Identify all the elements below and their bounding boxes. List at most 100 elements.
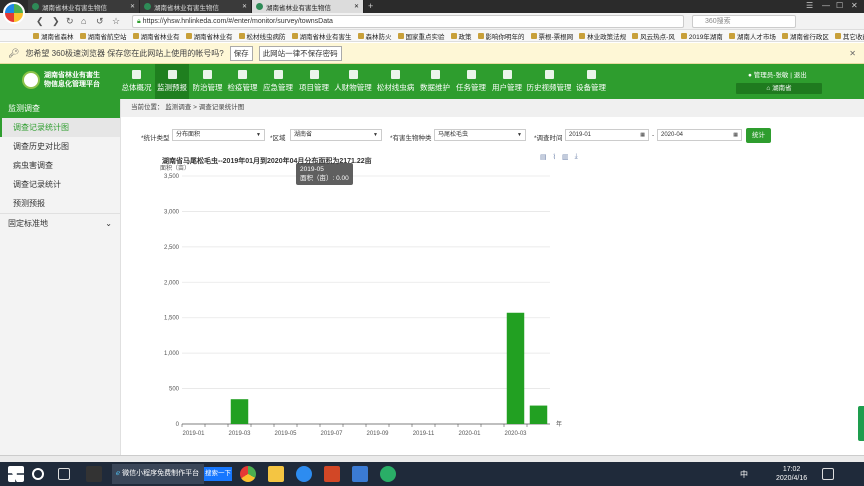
nav-item-emergency[interactable]: 应急管理 (261, 64, 295, 99)
bookmark-icon (728, 32, 735, 39)
brand-line2: 物信息化管理平台 (44, 81, 100, 88)
bookmark-item[interactable]: 湖南省航空站 (77, 31, 130, 41)
bookmark-item[interactable]: 影响你明年的 (475, 31, 528, 41)
bookmark-label: 2019年湖南 (688, 33, 723, 41)
nav-item-devices[interactable]: 设备管理 (574, 64, 608, 99)
sidebar-item-forecast[interactable]: 预测预报 (0, 194, 120, 213)
search-input[interactable]: 360搜索 (692, 15, 796, 28)
close-window-icon[interactable]: ✕ (851, 1, 858, 10)
nav-item-pine-wilt[interactable]: 松材线虫病 (375, 64, 416, 99)
taskbar-app-ie[interactable]: ℯ 微信小程序免费制作平台 (112, 464, 204, 484)
save-password-button[interactable]: 保存 (229, 45, 253, 61)
nav-item-control[interactable]: 防治管理 (191, 64, 224, 99)
bookmark-icon (33, 32, 39, 39)
bookmark-label: 湖南省航空站 (87, 33, 127, 41)
nav-item-users[interactable]: 用户管理 (490, 64, 524, 99)
sidebar-section-fixed-plot[interactable]: 固定标准地 ⌄ (0, 213, 120, 232)
menu-icon[interactable]: ☰ (806, 1, 813, 10)
browser-tab-1[interactable]: 湖南省林业有害生物信 ✕ (28, 0, 140, 13)
bookmark-label: 风云热点-风 (640, 33, 675, 41)
start-date-input[interactable]: 2019-01 ▦ (565, 129, 649, 141)
close-tab-icon[interactable]: ✕ (242, 3, 247, 10)
browser-tab-2[interactable]: 湖南省林业有害生物信 ✕ (140, 0, 252, 13)
sidebar-item-chart[interactable]: 调查记录统计图 (0, 118, 120, 137)
line-chart-icon[interactable]: ⌇ (553, 153, 556, 161)
bookmark-item[interactable]: 林业政策法规 (576, 31, 629, 41)
notification-icon[interactable] (822, 468, 834, 480)
bar (529, 405, 548, 424)
data-view-icon[interactable]: ▤ (540, 153, 547, 161)
nav-item-data[interactable]: 数据维护 (418, 64, 452, 99)
powerpoint-icon[interactable] (324, 466, 340, 482)
new-tab-icon[interactable]: + (364, 0, 373, 13)
file-explorer-icon[interactable] (268, 466, 284, 482)
close-tab-icon[interactable]: ✕ (130, 3, 135, 10)
app-icon[interactable] (86, 466, 102, 482)
app-icon[interactable] (296, 466, 312, 482)
sidebar-item-history[interactable]: 调查历史对比图 (0, 137, 120, 156)
back-icon[interactable]: ❮ (36, 16, 44, 27)
nav-item-monitor[interactable]: 监测预报 (155, 64, 189, 99)
species-select[interactable]: 马尾松毛虫 ▼ (434, 129, 526, 141)
bookmark-item[interactable]: 湖南省森林 (30, 31, 77, 41)
minimize-icon[interactable]: — (822, 1, 830, 10)
bookmark-item[interactable]: 松材线虫病防 (236, 31, 289, 41)
bookmark-item[interactable]: 政策 (448, 31, 475, 41)
bookmark-item[interactable]: 湖南省林业有 (130, 31, 183, 41)
refresh-icon[interactable]: ↻ (66, 16, 74, 27)
sidebar-item-statistics[interactable]: 调查记录统计 (0, 175, 120, 194)
bookmark-item[interactable]: 湖南省林业有 (183, 31, 236, 41)
nav-item-resources[interactable]: 人财物管理 (333, 64, 373, 99)
statistics-button[interactable]: 统计 (746, 128, 771, 143)
ime-indicator[interactable]: 中 (740, 469, 748, 480)
browser-logo-icon[interactable] (3, 2, 25, 24)
close-tab-icon[interactable]: ✕ (354, 3, 359, 10)
bookmark-icon (357, 32, 364, 39)
nav-item-project[interactable]: 项目管理 (297, 64, 331, 99)
task-view-icon[interactable] (58, 468, 70, 480)
bookmark-item[interactable]: 2019年湖南 (678, 31, 726, 41)
bookmark-item[interactable]: 票根-票根网 (528, 31, 577, 41)
taskbar-search-button[interactable]: 搜索一下 (204, 467, 232, 481)
home-icon[interactable]: ⌂ (81, 16, 86, 26)
sidebar-item-pest-survey[interactable]: 病虫害调查 (0, 156, 120, 175)
bookmark-item[interactable]: 湖南省行政区 (779, 31, 832, 41)
nav-item-overview[interactable]: 总体概况 (120, 64, 153, 99)
nav-item-quarantine[interactable]: 检疫管理 (226, 64, 259, 99)
nav-item-tasks[interactable]: 任务管理 (454, 64, 488, 99)
app-header: 湖南省林业有害生 物信息化管理平台 总体概况 监测预报 防治管理 检疫管理 应急管… (0, 64, 864, 99)
app-icon[interactable] (352, 466, 368, 482)
region-button[interactable]: ⌂ 湖南省 (736, 83, 822, 94)
taskbar-clock[interactable]: 17:02 2020/4/16 (776, 465, 807, 483)
browser-360-icon[interactable] (240, 466, 256, 482)
wechat-icon[interactable] (380, 466, 396, 482)
search-icon[interactable] (32, 468, 44, 480)
user-info[interactable]: ● 管理员-张敏 | 退出 (748, 69, 807, 79)
sidebar-header[interactable]: 监测调查 (0, 99, 120, 118)
forward-icon[interactable]: ❯ (52, 16, 60, 27)
bar-chart-icon[interactable]: ▥ (562, 153, 569, 161)
maximize-icon[interactable]: ☐ (836, 1, 843, 10)
type-label: *统计类型 (141, 135, 170, 142)
url-input[interactable]: 🔒︎ https://yhsw.hnlinkeda.com/#/enter/mo… (132, 15, 684, 28)
x-tick-label: 2019-07 (320, 431, 343, 437)
nav-icon (391, 70, 400, 79)
never-save-button[interactable]: 此网站一律不保存密码 (258, 45, 342, 61)
windows-start-icon[interactable] (8, 466, 24, 482)
bookmark-item[interactable]: 森林防火 (355, 31, 395, 41)
browser-tab-3[interactable]: 湖南省林业有害生物信 ✕ (252, 0, 364, 13)
close-bar-icon[interactable]: ✕ (849, 49, 856, 58)
bookmark-item[interactable]: 国家重点实验 (395, 31, 448, 41)
type-select[interactable]: 分布面积 ▼ (172, 129, 265, 141)
undo-icon[interactable]: ↺ (96, 16, 104, 27)
side-float-tab[interactable] (858, 406, 864, 441)
bookmark-item[interactable]: 湖南省林业有害生 (289, 31, 355, 41)
bookmark-item[interactable]: 风云热点-风 (629, 31, 678, 41)
nav-item-video[interactable]: 历史视频管理 (526, 64, 572, 99)
download-icon[interactable]: ⤓ (575, 153, 578, 161)
bookmark-item[interactable]: 其它收藏 (832, 31, 864, 41)
bookmark-item[interactable]: 湖南人才市场 (726, 31, 779, 41)
end-date-input[interactable]: 2020-04 ▦ (657, 129, 742, 141)
area-select[interactable]: 湖南省 ▼ (290, 129, 382, 141)
favorite-star-icon[interactable]: ☆ (112, 16, 120, 27)
